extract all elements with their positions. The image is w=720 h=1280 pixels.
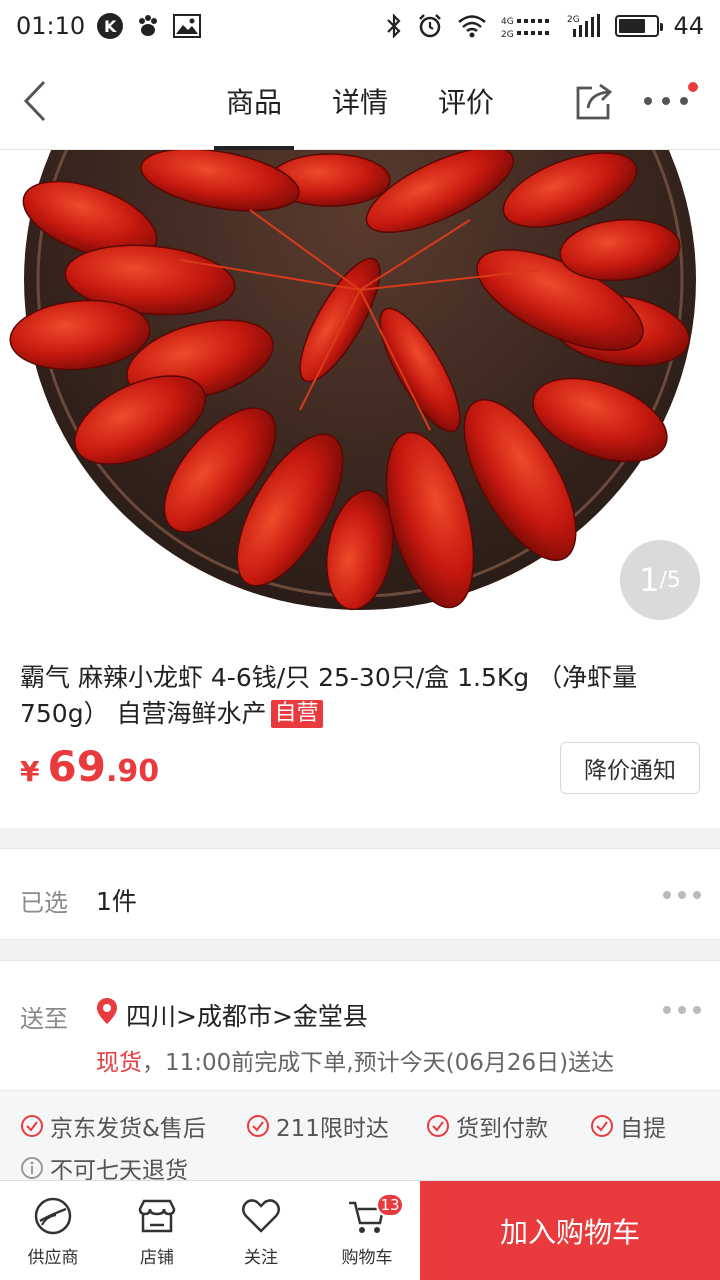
stock-status: 现货	[96, 1050, 142, 1076]
price-decimal: .90	[105, 754, 160, 789]
selected-value: 1件	[96, 887, 137, 916]
location-pin-icon	[97, 998, 117, 1024]
tab-label: 详情	[331, 86, 388, 119]
store-icon	[138, 1199, 176, 1232]
service-label: 211限时达	[276, 1116, 389, 1142]
selected-spec-row[interactable]: 已选 1件	[0, 848, 720, 940]
image-icon	[173, 14, 202, 38]
price-drop-notify-button[interactable]: 降价通知	[560, 742, 700, 794]
k-app-icon: K	[97, 13, 124, 39]
check-circle-icon	[427, 1115, 449, 1137]
gallery-total: /5	[659, 567, 681, 593]
more-options-icon[interactable]	[662, 1005, 702, 1015]
wifi-icon	[458, 15, 487, 38]
supplier-button[interactable]: 供应商	[8, 1181, 98, 1280]
service-label: 自提	[620, 1116, 666, 1142]
delivery-label: 送至	[20, 1005, 68, 1033]
more-icon[interactable]	[642, 94, 690, 108]
delivery-section[interactable]: 送至 四川>成都市>金堂县 现货，11:00前完成下单,预计今天(06月26日)…	[0, 960, 720, 1090]
svg-text:2G: 2G	[501, 30, 514, 39]
bottom-label: 供应商	[27, 1247, 79, 1268]
tab-label: 评价	[438, 86, 495, 119]
share-icon[interactable]	[572, 80, 616, 124]
price-integer: 69	[47, 742, 106, 791]
delivery-note: ，11:00前完成下单,预计今天(06月26日)送达	[142, 1050, 615, 1076]
baidu-paw-icon	[139, 15, 158, 36]
self-operated-badge: 自营	[270, 700, 323, 728]
product-image[interactable]	[0, 150, 720, 638]
cart-count-badge: 13	[376, 1193, 404, 1217]
follow-button[interactable]: 关注	[216, 1181, 306, 1280]
selected-label: 已选	[20, 889, 68, 917]
alarm-icon	[419, 14, 442, 38]
bottom-label: 购物车	[341, 1247, 393, 1268]
service-tags[interactable]: 京东发货&售后 211限时达 货到付款 自提 不可七天退货	[0, 1090, 720, 1184]
crayfish-plate-image	[9, 150, 696, 611]
service-label: 京东发货&售后	[50, 1116, 206, 1142]
battery-icon	[615, 15, 664, 37]
service-tag: 京东发货&售后	[20, 1109, 206, 1143]
gallery-current: 1	[639, 561, 660, 599]
supplier-icon	[34, 1197, 72, 1234]
tab-product[interactable]: 商品	[213, 52, 295, 150]
more-options-icon[interactable]	[662, 890, 702, 900]
signal-2g-icon: 2G	[567, 14, 601, 37]
gallery-counter: 1/5	[620, 540, 700, 620]
tab-details[interactable]: 详情	[332, 52, 388, 150]
tab-label: 商品	[225, 86, 282, 119]
product-info: 霸气 麻辣小龙虾 4-6钱/只 25-30只/盒 1.5Kg （净虾量750g）…	[0, 638, 720, 828]
delivery-address: 四川>成都市>金堂县	[126, 1002, 368, 1031]
bottom-label: 店铺	[140, 1247, 174, 1268]
info-circle-icon	[21, 1157, 43, 1179]
check-circle-icon	[247, 1115, 269, 1137]
svg-text:2G: 2G	[567, 15, 580, 25]
bottom-label: 关注	[244, 1247, 278, 1268]
status-bar: 01:10 K 4G 2G 2G 44	[0, 0, 720, 52]
tab-reviews[interactable]: 评价	[438, 52, 494, 150]
delivery-estimate: 现货，11:00前完成下单,预计今天(06月26日)送达	[96, 1043, 614, 1077]
product-price: ¥ 69 .90	[20, 742, 159, 791]
product-title-text: 霸气 麻辣小龙虾 4-6钱/只 25-30只/盒 1.5Kg （净虾量750g）…	[20, 663, 638, 728]
heart-icon	[242, 1198, 280, 1233]
bluetooth-icon	[387, 13, 402, 39]
notification-dot	[688, 82, 698, 92]
product-title: 霸气 麻辣小龙虾 4-6钱/只 25-30只/盒 1.5Kg （净虾量750g）…	[20, 660, 690, 732]
top-nav: 商品 详情 评价	[0, 52, 720, 150]
svg-text:4G: 4G	[501, 17, 514, 27]
battery-level: 44	[673, 12, 704, 40]
add-to-cart-button[interactable]: 加入购物车	[420, 1181, 720, 1280]
signal-4g-icon: 4G 2G	[501, 17, 550, 39]
bottom-action-bar: 供应商 店铺 关注 购物车 13 加入购物车	[0, 1180, 720, 1280]
service-tag: 货到付款	[426, 1109, 548, 1143]
service-tag: 自提	[590, 1109, 666, 1143]
back-arrow-icon[interactable]	[18, 78, 54, 124]
price-symbol: ¥	[20, 755, 40, 788]
status-time: 01:10	[16, 12, 86, 40]
service-tag: 211限时达	[246, 1109, 389, 1143]
check-circle-icon	[591, 1115, 613, 1137]
service-label: 货到付款	[456, 1116, 548, 1142]
check-circle-icon	[21, 1115, 43, 1137]
store-button[interactable]: 店铺	[112, 1181, 202, 1280]
